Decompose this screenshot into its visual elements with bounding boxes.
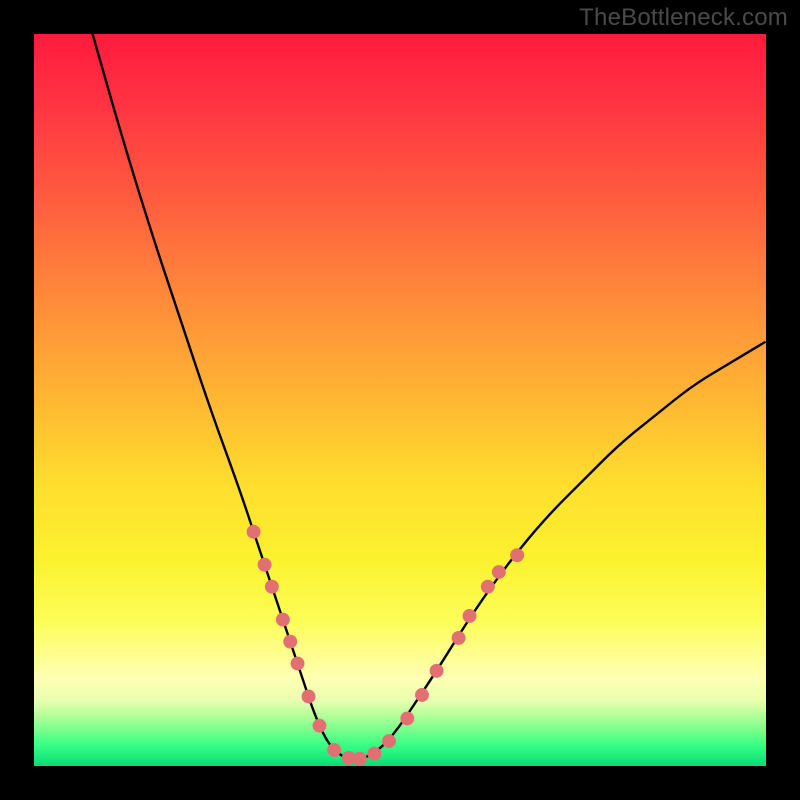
marker-point bbox=[342, 751, 356, 765]
outer-frame: TheBottleneck.com bbox=[0, 0, 800, 800]
marker-point bbox=[313, 719, 327, 733]
marker-point bbox=[382, 734, 396, 748]
marker-point bbox=[492, 565, 506, 579]
bottleneck-curve bbox=[93, 34, 766, 758]
marker-point bbox=[400, 711, 414, 725]
chart-svg bbox=[34, 34, 766, 766]
marker-point bbox=[367, 747, 381, 761]
marker-point bbox=[291, 657, 305, 671]
marker-point bbox=[327, 743, 341, 757]
marker-point bbox=[415, 688, 429, 702]
marker-point bbox=[510, 548, 524, 562]
marker-point bbox=[265, 580, 279, 594]
marker-point bbox=[258, 558, 272, 572]
plot-area bbox=[34, 34, 766, 766]
watermark-text: TheBottleneck.com bbox=[579, 4, 788, 32]
marker-point bbox=[302, 690, 316, 704]
marker-point bbox=[463, 609, 477, 623]
marker-point bbox=[452, 631, 466, 645]
marker-point bbox=[247, 525, 261, 539]
marker-point bbox=[481, 580, 495, 594]
marker-point bbox=[283, 635, 297, 649]
marker-point bbox=[276, 613, 290, 627]
marker-point bbox=[353, 752, 367, 766]
marker-point bbox=[430, 664, 444, 678]
marker-group bbox=[247, 525, 524, 766]
